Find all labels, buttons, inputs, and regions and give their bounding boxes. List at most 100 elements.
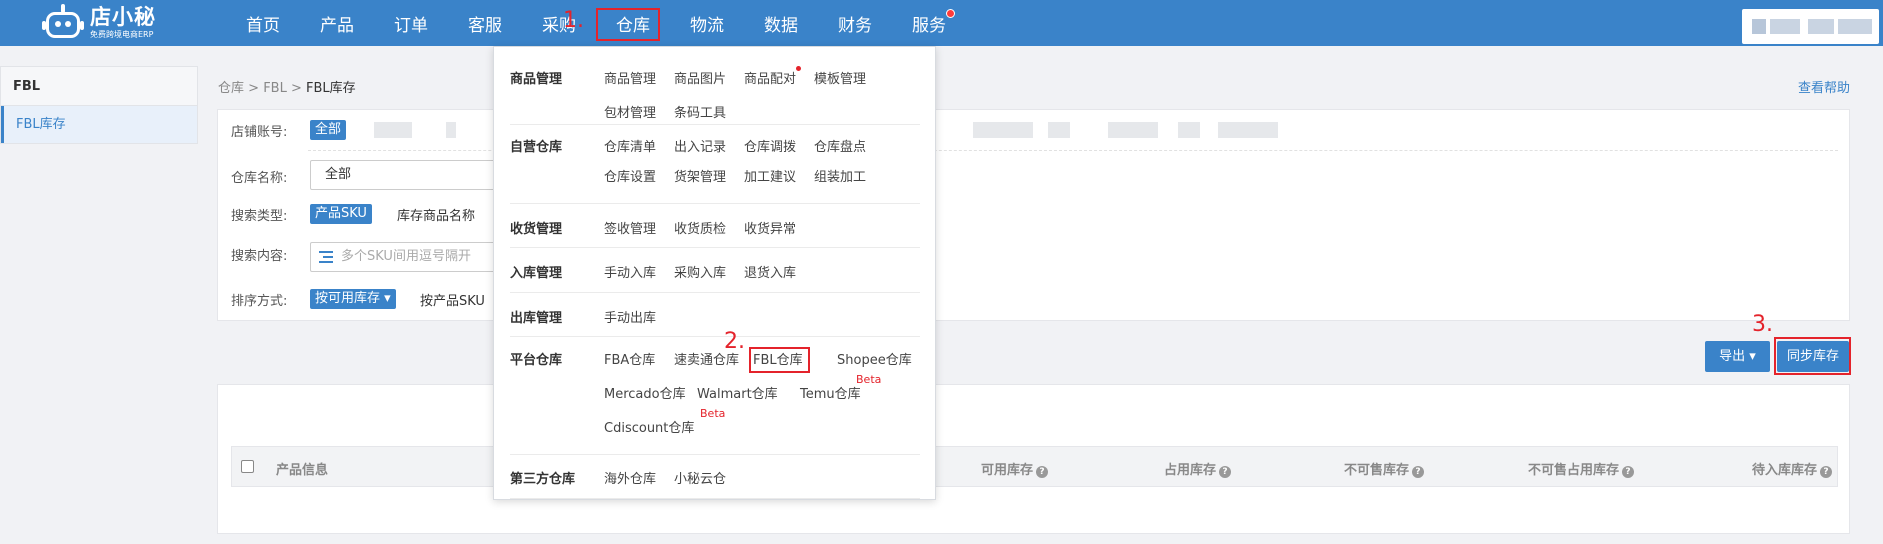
dd-link-packaging-mgmt[interactable]: 包材管理 [604,102,656,121]
dd-link-walmart[interactable]: Walmart仓库 [697,383,778,402]
dd-link-product-images[interactable]: 商品图片 [674,68,726,87]
warehouse-dropdown-menu: 商品管理 商品管理 商品图片 商品配对 模板管理 包材管理 条码工具 自营仓库 … [493,46,936,500]
th-unsellable-stock: 不可售库存? [1344,459,1425,478]
question-icon: ? [1036,466,1049,478]
dd-link-qc[interactable]: 收货质检 [674,218,726,237]
dd-group-receiving: 收货管理 签收管理 收货质检 收货异常 [510,204,920,248]
dd-link-barcode-tool[interactable]: 条码工具 [674,102,726,121]
step-2-label: 2. [724,329,745,354]
dd-link-warehouse-settings[interactable]: 仓库设置 [604,166,656,185]
highlight-box-warehouse [596,8,660,41]
dd-link-transfer[interactable]: 仓库调拨 [744,136,796,155]
search-type-label: 搜索类型: [231,209,288,224]
dd-link-purchase-inbound[interactable]: 采购入库 [674,262,726,281]
top-navbar: 店小秘 免费跨境电商ERP 首页 产品 订单 客服 采购 仓库 物流 数据 财务… [0,0,1883,46]
nav-purchase[interactable]: 采购 [522,0,596,46]
highlight-box-fbl [749,347,810,373]
blurred-shop[interactable] [446,122,456,138]
sidebar-title: FBL [1,67,197,106]
th-available-stock: 可用库存? [981,459,1049,478]
nav-orders[interactable]: 订单 [374,0,448,46]
sidebar-item-fbl-stock[interactable]: FBL库存 [1,106,197,143]
dd-link-shopee[interactable]: Shopee仓库 [837,349,912,368]
dd-link-product-pairing[interactable]: 商品配对 [744,68,796,87]
dd-link-sign-mgmt[interactable]: 签收管理 [604,218,656,237]
blurred-shop[interactable] [374,122,412,138]
search-type-sku-tag[interactable]: 产品SKU [310,204,372,224]
dd-group-outbound: 出库管理 手动出库 [510,293,920,337]
breadcrumb-current: FBL库存 [306,81,356,96]
new-dot [796,66,801,71]
nav-data[interactable]: 数据 [744,0,818,46]
th-unsellable-occupied-stock: 不可售占用库存? [1528,459,1635,478]
user-account-box[interactable] [1742,9,1879,44]
highlight-box-sync [1774,337,1851,375]
dd-group-inbound: 入库管理 手动入库 采购入库 退货入库 [510,248,920,293]
dd-group-product-mgmt: 商品管理 商品管理 商品图片 商品配对 模板管理 包材管理 条码工具 [510,47,920,125]
robot-logo-icon [40,4,86,42]
breadcrumb-fbl[interactable]: FBL [263,81,287,96]
blurred-shop[interactable] [1048,122,1070,138]
search-content-label: 搜索内容: [231,249,288,264]
step-3-label: 3. [1752,312,1773,337]
table-header: 产品信息 可用库存? 占用库存? 不可售库存? 不可售占用库存? 待入库库存? [231,446,1838,487]
dd-link-xiaomi-cloud[interactable]: 小秘云仓 [674,468,726,487]
logo-slogan: 免费跨境电商ERP [90,30,154,39]
dd-link-inventory-check[interactable]: 仓库盘点 [814,136,866,155]
dd-group-own-warehouse: 自营仓库 仓库清单 出入记录 仓库调拨 仓库盘点 仓库设置 货架管理 加工建议 … [510,125,920,204]
dd-link-overseas-warehouse[interactable]: 海外仓库 [604,468,656,487]
select-all-checkbox[interactable] [241,460,254,473]
dd-group-platform-warehouse: 平台仓库 FBA仓库 速卖通仓库 FBL仓库 Shopee仓库 Mercado仓… [510,337,920,455]
dd-link-mercado[interactable]: Mercado仓库 [604,383,686,402]
question-icon: ? [1219,466,1232,478]
step-1-label: 1. [563,8,584,33]
dd-link-return-inbound[interactable]: 退货入库 [744,262,796,281]
nav-products[interactable]: 产品 [300,0,374,46]
question-icon: ? [1820,466,1833,478]
dd-link-product-mgmt[interactable]: 商品管理 [604,68,656,87]
warehouse-label: 仓库名称: [231,171,288,186]
dd-link-temu[interactable]: Temu仓库 [800,383,861,402]
stock-table-panel: 产品信息 可用库存? 占用库存? 不可售库存? 不可售占用库存? 待入库库存? [217,384,1850,534]
nav-service[interactable]: 客服 [448,0,522,46]
blurred-shop[interactable] [973,122,1033,138]
dd-link-manual-inbound[interactable]: 手动入库 [604,262,656,281]
breadcrumb: 仓库 > FBL > FBL库存 [218,81,356,96]
breadcrumb-warehouse[interactable]: 仓库 [218,81,244,96]
sort-label: 排序方式: [231,294,288,309]
blurred-shop[interactable] [1178,122,1200,138]
dd-link-receiving-exception[interactable]: 收货异常 [744,218,796,237]
beta-badge-temu: Beta [856,373,882,386]
search-type-product-name[interactable]: 库存商品名称 [397,205,475,224]
beta-badge-cdiscount: Beta [700,407,726,420]
dd-link-manual-outbound[interactable]: 手动出库 [604,307,656,326]
dd-link-template-mgmt[interactable]: 模板管理 [814,68,866,87]
filter-panel: 店铺账号: 全部 仓库名称: 全部 搜索类型: 产品SKU 库存商品名称 搜索内… [217,109,1850,321]
export-button[interactable]: 导出 ▾ [1705,341,1770,372]
blurred-shop[interactable] [1108,122,1158,138]
shop-all-tag[interactable]: 全部 [310,120,347,140]
sort-by-available-tag[interactable]: 按可用库存 ▾ [310,289,396,309]
logo-name: 店小秘 [90,5,156,29]
nav-services[interactable]: 服务 [892,0,966,46]
nav-home[interactable]: 首页 [226,0,300,46]
th-product-info: 产品信息 [276,463,329,478]
blurred-shop[interactable] [1218,122,1278,138]
dd-link-fba[interactable]: FBA仓库 [604,349,655,368]
dd-group-third-party: 第三方仓库 海外仓库 小秘云仓 [510,455,920,499]
question-icon: ? [1412,466,1425,478]
dd-link-assembly[interactable]: 组装加工 [814,166,866,185]
logo[interactable]: 店小秘 免费跨境电商ERP [40,3,156,43]
dd-link-shelf-mgmt[interactable]: 货架管理 [674,166,726,185]
sort-by-sku[interactable]: 按产品SKU [420,290,485,309]
list-icon [319,251,333,263]
dd-link-warehouse-list[interactable]: 仓库清单 [604,136,656,155]
nav-logistics[interactable]: 物流 [670,0,744,46]
dd-link-cdiscount[interactable]: Cdiscount仓库 [604,417,694,436]
nav-finance[interactable]: 财务 [818,0,892,46]
dd-link-processing-advice[interactable]: 加工建议 [744,166,796,185]
left-sidebar: FBL FBL库存 [0,66,198,144]
dd-link-in-out-records[interactable]: 出入记录 [674,136,726,155]
th-occupied-stock: 占用库存? [1164,459,1232,478]
help-link[interactable]: 查看帮助 [1798,77,1850,96]
